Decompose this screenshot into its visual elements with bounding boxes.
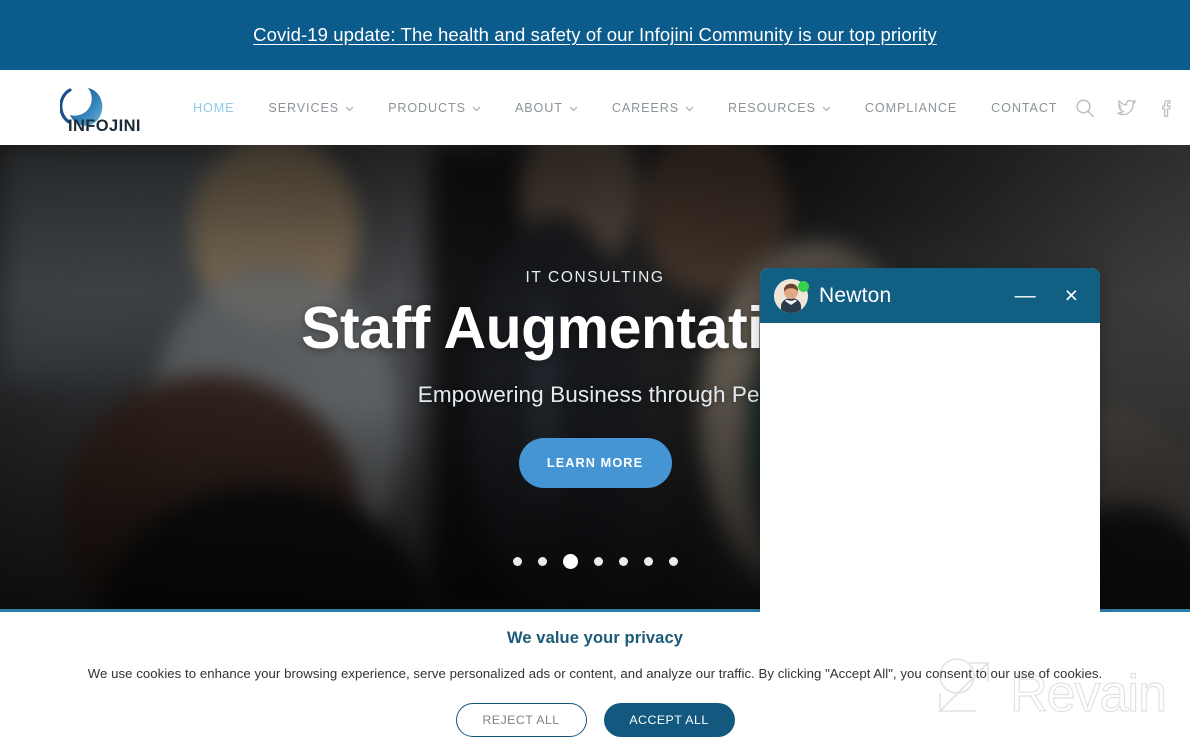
nav-item-products[interactable]: PRODUCTS — [371, 101, 498, 115]
header-icon-group — [1074, 97, 1190, 119]
covid-update-banner: Covid-19 update: The health and safety o… — [0, 0, 1190, 70]
cookie-consent-banner: We value your privacy We use cookies to … — [0, 612, 1190, 753]
covid-update-link[interactable]: Covid-19 update: The health and safety o… — [253, 24, 937, 46]
carousel-dot[interactable] — [643, 557, 653, 566]
cookie-banner-title: We value your privacy — [506, 629, 684, 647]
main-navigation: HOME SERVICES PRODUCTS ABOUT CAREERS RES… — [176, 101, 1074, 115]
nav-label: CONTACT — [991, 100, 1058, 115]
nav-item-resources[interactable]: RESOURCES — [711, 101, 848, 115]
nav-label: HOME — [193, 100, 235, 115]
site-header: INFOJINI HOME SERVICES PRODUCTS ABOUT CA… — [0, 70, 1190, 145]
chat-message-area[interactable] — [760, 323, 1100, 614]
nav-label: CAREERS — [611, 100, 680, 115]
nav-item-contact[interactable]: CONTACT — [974, 101, 1074, 115]
nav-label: PRODUCTS — [388, 100, 466, 115]
nav-label: COMPLIANCE — [864, 100, 958, 115]
infojini-logo[interactable]: INFOJINI — [60, 82, 152, 134]
chevron-down-icon — [822, 106, 831, 112]
carousel-dot[interactable] — [593, 557, 603, 566]
nav-item-home[interactable]: HOME — [176, 101, 251, 115]
chevron-down-icon — [345, 106, 354, 112]
cookie-banner-actions: REJECT ALL ACCEPT ALL — [0, 703, 1190, 737]
svg-text:INFOJINI: INFOJINI — [68, 117, 141, 134]
chevron-down-icon — [472, 106, 481, 112]
reject-all-button[interactable]: REJECT ALL — [455, 703, 587, 737]
nav-item-about[interactable]: ABOUT — [498, 101, 595, 115]
minimize-chat-button[interactable]: — — [1009, 285, 1042, 306]
chevron-down-icon — [569, 106, 578, 112]
nav-label: SERVICES — [268, 100, 340, 115]
chat-widget-header: Newton — × — [760, 268, 1100, 323]
online-status-indicator — [798, 280, 809, 292]
accept-all-button[interactable]: ACCEPT ALL — [603, 703, 735, 737]
carousel-dot[interactable] — [668, 557, 678, 566]
carousel-dot[interactable] — [537, 557, 547, 566]
carousel-dot[interactable] — [512, 557, 522, 566]
chat-widget: Newton — × — [760, 268, 1100, 614]
nav-item-services[interactable]: SERVICES — [251, 101, 371, 115]
avatar — [774, 278, 809, 313]
facebook-icon[interactable] — [1156, 97, 1178, 119]
chat-agent-name: Newton — [819, 283, 892, 307]
nav-item-careers[interactable]: CAREERS — [595, 101, 711, 115]
carousel-dot[interactable] — [618, 557, 628, 566]
chevron-down-icon — [685, 106, 694, 112]
carousel-dot-active[interactable] — [562, 554, 578, 569]
search-icon[interactable] — [1074, 97, 1096, 119]
cookie-banner-text: We use cookies to enhance your browsing … — [87, 666, 1103, 681]
nav-item-compliance[interactable]: COMPLIANCE — [848, 101, 974, 115]
close-chat-button[interactable]: × — [1053, 284, 1084, 307]
learn-more-button[interactable]: LEARN MORE — [518, 437, 672, 488]
twitter-icon[interactable] — [1115, 97, 1137, 119]
nav-label: ABOUT — [514, 100, 563, 115]
nav-label: RESOURCES — [728, 100, 816, 115]
